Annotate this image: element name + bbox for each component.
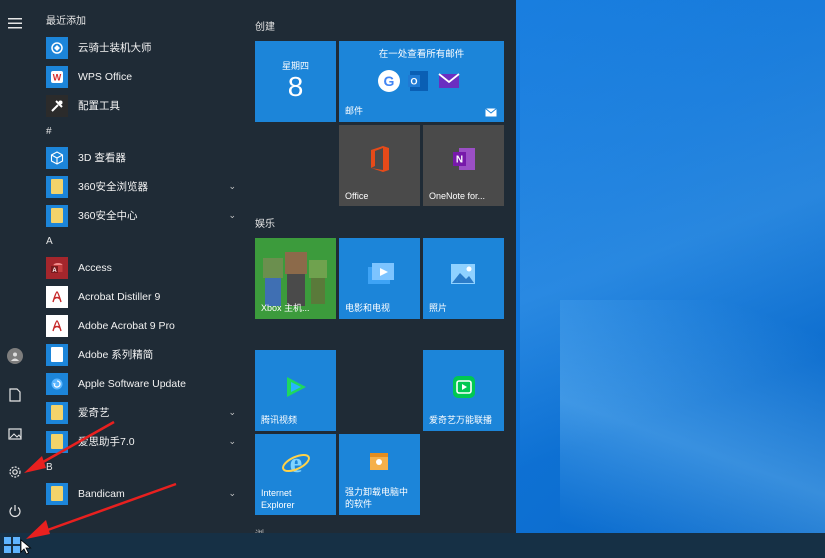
yahoo-mail-icon	[438, 73, 460, 88]
app-item-3d-viewer[interactable]: 3D 查看器	[38, 143, 242, 172]
uninstaller-tile-label-2: 的软件	[345, 499, 373, 509]
group-header-hash[interactable]: #	[38, 120, 242, 143]
xbox-tile-label: Xbox 主机...	[261, 303, 310, 313]
app-label: WPS Office	[78, 70, 133, 83]
cloud-rider-icon	[46, 36, 68, 59]
svg-text:G: G	[384, 73, 395, 89]
mail-tile-title: 在一处查看所有邮件	[378, 49, 465, 60]
film-icon	[368, 263, 394, 284]
documents-icon[interactable]	[4, 384, 26, 406]
calendar-date: 8	[287, 71, 304, 102]
onenote-tile[interactable]: N OneNote for...	[423, 125, 504, 206]
app-label: 360安全浏览器	[78, 181, 149, 193]
svg-text:N: N	[456, 155, 463, 166]
internet-explorer-tile[interactable]: e Internet Explorer	[255, 434, 336, 515]
tencent-tile-label: 腾讯视频	[261, 415, 298, 425]
svg-text:W: W	[53, 72, 62, 82]
folder-icon	[46, 204, 68, 227]
app-item-acrobat-distiller[interactable]: Acrobat Distiller 9	[38, 282, 242, 311]
xbox-tile[interactable]: Xbox 主机...	[255, 238, 336, 319]
photos-tile[interactable]: 照片	[423, 238, 504, 319]
mail-tile[interactable]: 在一处查看所有邮件 G O 邮件	[339, 41, 504, 122]
box-uninstall-icon	[370, 453, 388, 470]
ie-tile-label-1: Internet	[261, 488, 292, 498]
chevron-down-icon[interactable]: ⌄	[228, 436, 236, 447]
app-label: Access	[78, 261, 112, 274]
ie-tile-label-2: Explorer	[261, 500, 295, 510]
tiles-area: 创建 星期四 8 在一处查看所有邮件 G O 邮件 Office N OneNo…	[255, 10, 515, 539]
svg-text:A: A	[52, 267, 57, 273]
folder-icon	[46, 343, 68, 366]
tools-icon	[46, 94, 68, 117]
apple-update-icon	[46, 372, 68, 395]
app-item-access[interactable]: A Access	[38, 253, 242, 282]
app-item-360-browser[interactable]: 360安全浏览器 ⌄	[38, 172, 242, 201]
tile-group-title[interactable]: 创建	[255, 18, 275, 33]
iqiyi-tile-label: 爱奇艺万能联播	[429, 415, 493, 425]
app-item-cloud-rider[interactable]: 云骑士装机大师	[38, 33, 242, 62]
chevron-down-icon[interactable]: ⌄	[228, 210, 236, 221]
acrobat-icon	[46, 314, 68, 337]
mail-providers: G O	[377, 69, 461, 93]
annotation-arrow-settings	[24, 420, 115, 473]
tencent-video-icon	[287, 377, 306, 397]
internet-explorer-icon: e	[282, 448, 310, 478]
app-item-config-tool[interactable]: 配置工具	[38, 91, 242, 120]
photo-icon	[451, 264, 475, 284]
app-item-wps[interactable]: W WPS Office	[38, 62, 242, 91]
iqiyi-icon	[453, 376, 475, 398]
chevron-down-icon[interactable]: ⌄	[228, 407, 236, 418]
app-label: Adobe Acrobat 9 Pro	[78, 319, 175, 332]
annotation-arrow-start	[26, 482, 177, 539]
app-label: 360安全中心	[78, 210, 138, 222]
calendar-tile[interactable]: 星期四 8	[255, 41, 336, 122]
recent-header: 最近添加	[46, 16, 86, 27]
app-label: 配置工具	[78, 100, 120, 112]
group-header-a[interactable]: A	[38, 230, 242, 253]
app-item-apple-update[interactable]: Apple Software Update	[38, 369, 242, 398]
svg-text:O: O	[410, 77, 417, 87]
folder-icon	[46, 175, 68, 198]
hamburger-menu-icon[interactable]	[4, 12, 26, 34]
tencent-video-tile[interactable]: 腾讯视频	[255, 350, 336, 431]
onenote-icon: N	[453, 148, 475, 170]
chevron-down-icon[interactable]: ⌄	[228, 488, 236, 499]
windows-start-icon[interactable]	[4, 537, 20, 553]
outlook-icon: O	[408, 71, 428, 91]
app-label: 云骑士装机大师	[78, 42, 152, 54]
wps-icon: W	[46, 65, 68, 88]
google-icon: G	[378, 70, 400, 92]
app-label: 3D 查看器	[78, 152, 126, 164]
movies-tv-tile[interactable]: 电影和电视	[339, 238, 420, 319]
chevron-down-icon[interactable]: ⌄	[228, 181, 236, 192]
app-label: Acrobat Distiller 9	[78, 290, 161, 303]
app-item-acrobat-pro[interactable]: Adobe Acrobat 9 Pro	[38, 311, 242, 340]
access-icon: A	[46, 256, 68, 279]
app-item-adobe-suite[interactable]: Adobe 系列精简	[38, 340, 242, 369]
mail-tile-label: 邮件	[345, 106, 364, 116]
tile-group-title[interactable]: 娱乐	[255, 215, 275, 230]
iqiyi-tile[interactable]: 爱奇艺万能联播	[423, 350, 504, 431]
onenote-tile-label: OneNote for...	[429, 191, 486, 201]
envelope-icon	[485, 108, 497, 117]
svg-text:e: e	[290, 448, 302, 478]
app-label: Adobe 系列精简	[78, 349, 154, 361]
app-label: Apple Software Update	[78, 377, 186, 390]
wallpaper-light-ray	[560, 300, 825, 558]
movies-tile-label: 电影和电视	[345, 303, 391, 313]
3d-viewer-icon	[46, 146, 68, 169]
office-icon	[371, 146, 389, 172]
acrobat-distiller-icon	[46, 285, 68, 308]
office-tile-label: Office	[345, 191, 369, 201]
office-tile[interactable]: Office	[339, 125, 420, 206]
uninstaller-tile[interactable]: 强力卸载电脑中 的软件	[339, 434, 420, 515]
user-avatar-icon[interactable]	[7, 348, 23, 364]
photos-tile-label: 照片	[429, 303, 448, 313]
app-item-360-center[interactable]: 360安全中心 ⌄	[38, 201, 242, 230]
